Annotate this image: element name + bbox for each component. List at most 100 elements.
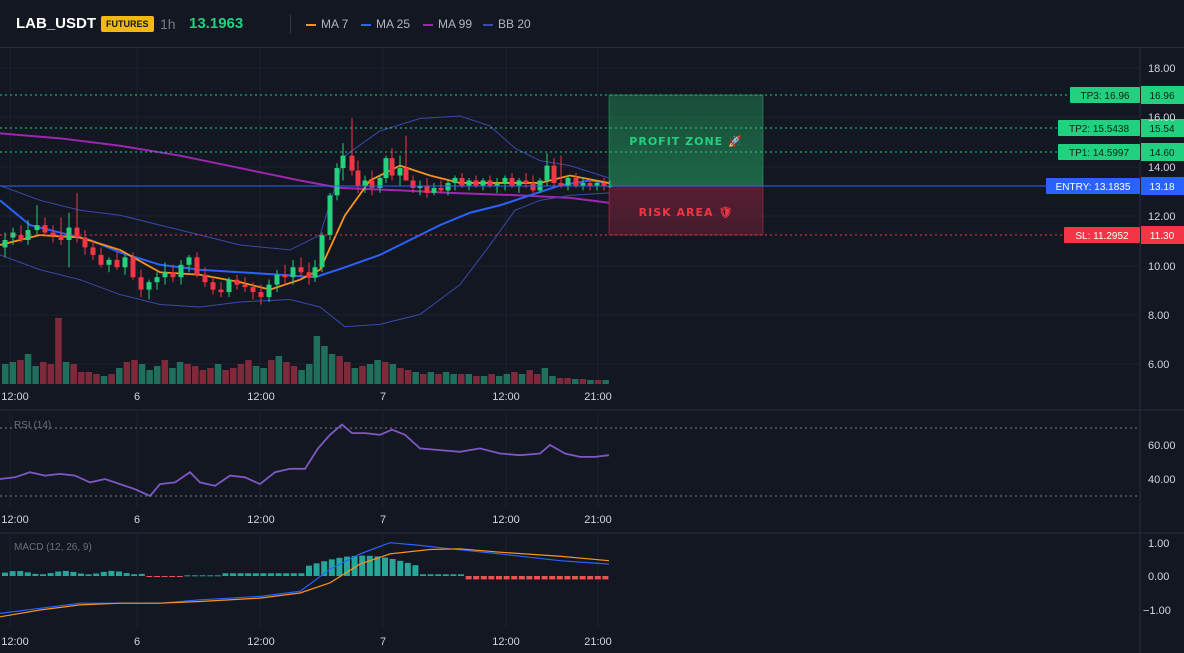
candle[interactable]	[452, 175, 458, 191]
time-tick: 6	[134, 391, 140, 403]
time-tick: 12:00	[247, 391, 275, 403]
candle[interactable]	[266, 279, 272, 302]
candle[interactable]	[210, 277, 216, 295]
macd-bar	[572, 576, 578, 580]
candle[interactable]	[516, 178, 522, 193]
macd-bar	[268, 573, 274, 576]
volume-bar	[123, 362, 131, 384]
ma99-line	[0, 132, 610, 204]
svg-text:15.54: 15.54	[1149, 124, 1174, 135]
volume-bar	[541, 368, 549, 384]
entry-tag: ENTRY: 13.1835 13.18	[1046, 177, 1184, 195]
candle[interactable]	[494, 178, 500, 193]
macd-bar	[230, 573, 236, 576]
time-axes[interactable]: 12:00 6 12:00 7 12:00 21:00 12:00 6 12:00 7 12:00 2…	[1, 391, 612, 648]
time-tick: 7	[380, 636, 386, 648]
candle[interactable]	[42, 217, 48, 236]
candle[interactable]	[50, 225, 56, 243]
macd-bar	[480, 576, 487, 580]
candle[interactable]	[480, 178, 486, 191]
price-tick: 14.00	[1148, 162, 1176, 174]
candle[interactable]	[114, 252, 120, 270]
candle[interactable]	[438, 180, 444, 193]
candle[interactable]	[312, 259, 318, 283]
candle[interactable]	[66, 212, 72, 268]
rsi-tick-60: 60.00	[1148, 440, 1176, 452]
candle[interactable]	[530, 175, 536, 193]
price-axis[interactable]: 18.00 16.00 14.00 12.00 10.00 8.00 6.00	[1148, 63, 1176, 371]
macd-bar	[245, 573, 252, 576]
macd-bar	[549, 576, 556, 580]
overlay-indicators	[0, 115, 610, 328]
macd-bar	[260, 573, 267, 576]
candle[interactable]	[424, 178, 430, 198]
macd-bar	[2, 572, 8, 576]
candle[interactable]	[601, 178, 607, 191]
candle[interactable]	[383, 155, 389, 183]
candle[interactable]	[466, 178, 472, 191]
rsi-title: RSI (14)	[14, 420, 51, 431]
macd-bar	[450, 574, 457, 576]
volume-bar	[374, 360, 381, 384]
candle[interactable]	[298, 257, 304, 278]
tp1-tag: TP1: 14.5997 14.60	[1058, 143, 1184, 161]
candle[interactable]	[389, 148, 395, 181]
macd-bar	[237, 573, 244, 576]
chart-canvas[interactable]: PROFIT ZONE 🚀 RISK AREA 🛡 TP3: 16.96 16.9…	[0, 0, 1184, 653]
volume-bar	[458, 374, 465, 384]
svg-text:ENTRY: 13.1835: ENTRY: 13.1835	[1056, 182, 1131, 193]
candle[interactable]	[18, 225, 24, 243]
volume-bar	[237, 364, 245, 384]
time-tick: 12:00	[1, 514, 29, 526]
candle[interactable]	[178, 259, 184, 285]
candle[interactable]	[417, 180, 423, 196]
candle[interactable]	[431, 182, 437, 196]
volume-bar	[207, 368, 214, 384]
candle[interactable]	[580, 178, 586, 191]
candle[interactable]	[282, 264, 288, 285]
macd-tick-0: 0.00	[1148, 571, 1169, 583]
volume-bar	[556, 378, 564, 384]
candle[interactable]	[194, 252, 200, 278]
candle[interactable]	[340, 143, 346, 181]
candle[interactable]	[349, 118, 355, 176]
candle[interactable]	[234, 274, 240, 290]
volume-bar	[435, 374, 442, 384]
volume-bar	[298, 370, 305, 384]
candle[interactable]	[186, 254, 192, 273]
candle[interactable]	[34, 205, 40, 236]
candle[interactable]	[82, 230, 88, 255]
candle[interactable]	[565, 175, 571, 191]
candle[interactable]	[327, 192, 333, 240]
candle[interactable]	[98, 247, 104, 268]
volume-bar	[24, 354, 32, 384]
volume-bar	[534, 374, 541, 384]
candle[interactable]	[334, 163, 340, 201]
macd-bar	[458, 574, 464, 576]
candle[interactable]	[146, 279, 152, 300]
candle[interactable]	[106, 257, 112, 273]
macd-bar	[146, 576, 153, 578]
macd-bar	[366, 555, 373, 576]
candle[interactable]	[397, 155, 403, 186]
volume-bar	[93, 374, 100, 384]
candle[interactable]	[502, 175, 508, 191]
candle[interactable]	[319, 232, 325, 273]
macd-bar	[131, 574, 138, 576]
candle[interactable]	[558, 155, 564, 188]
candle[interactable]	[226, 277, 232, 298]
candle[interactable]	[369, 170, 375, 196]
candle[interactable]	[242, 277, 248, 293]
macd-bar	[359, 555, 366, 576]
candle[interactable]	[58, 217, 64, 245]
candle[interactable]	[138, 269, 144, 298]
volume-bar	[359, 366, 366, 384]
candle[interactable]	[218, 282, 224, 298]
candle[interactable]	[154, 272, 160, 290]
candle[interactable]	[403, 135, 409, 181]
macd-bar	[382, 557, 388, 576]
candle[interactable]	[2, 232, 8, 258]
macd-bar	[442, 574, 449, 576]
candle[interactable]	[122, 254, 128, 275]
volume-bar	[47, 364, 55, 384]
